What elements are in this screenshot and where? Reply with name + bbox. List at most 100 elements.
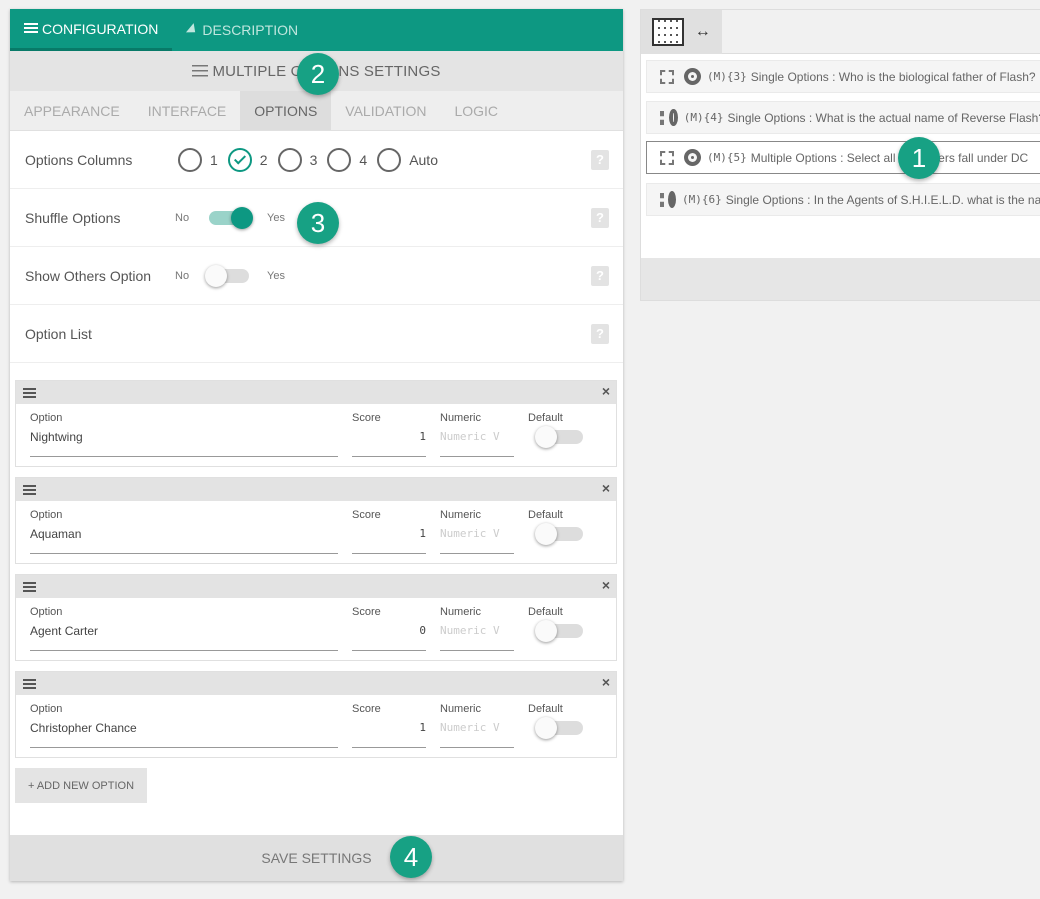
option-card-bar: ×	[16, 381, 616, 404]
tab-options[interactable]: OPTIONS	[240, 91, 332, 130]
remove-option-icon[interactable]: ×	[602, 674, 610, 690]
option-score-input[interactable]: 1	[352, 718, 426, 748]
show-others-label: Show Others Option	[25, 267, 152, 284]
question-list-footer	[641, 258, 1040, 300]
others-toggle[interactable]	[205, 264, 249, 287]
layout-toggle-button[interactable]: ↔	[641, 10, 722, 54]
help-icon[interactable]: ?	[591, 150, 609, 170]
shuffle-no-label: No	[175, 211, 190, 224]
shuffle-toggle[interactable]	[209, 206, 253, 229]
option-default-toggle[interactable]	[535, 717, 583, 739]
options-columns-label: Options Columns	[25, 151, 133, 168]
expand-icon[interactable]	[659, 110, 665, 126]
option-card-bar: ×	[16, 575, 616, 598]
question-text: Single Options : In the Agents of S.H.I.…	[725, 192, 1040, 207]
tab-configuration[interactable]: CONFIGURATION	[10, 9, 173, 51]
tab-description-label: DESCRIPTION	[202, 22, 299, 38]
drag-handle-icon[interactable]	[23, 485, 36, 495]
option-name-input[interactable]: Christopher Chance	[30, 718, 338, 748]
question-list-panel: ↔ (M){3} Single Options : Who is the bio…	[640, 9, 1040, 301]
option-score-input[interactable]: 1	[352, 524, 426, 554]
expand-icon[interactable]	[659, 69, 675, 85]
settings-panel: CONFIGURATION DESCRIPTION MULTIPLE OPTIO…	[10, 9, 623, 881]
radio-columns-3[interactable]	[277, 147, 302, 172]
toggle-knob	[535, 717, 557, 739]
callout-badge-3: 3	[297, 202, 339, 244]
option-numeric-input[interactable]: Numeric V	[440, 621, 514, 651]
question-item[interactable]: (M){4} Single Options : What is the actu…	[646, 101, 1040, 134]
radio-columns-4[interactable]	[327, 147, 352, 172]
remove-option-icon[interactable]: ×	[602, 577, 610, 593]
callout-badge-1: 1	[898, 137, 940, 179]
numeric-column-label: Numeric	[440, 606, 481, 618]
gear-icon[interactable]	[684, 68, 701, 85]
default-column-label: Default	[528, 606, 563, 618]
radio-columns-2[interactable]	[227, 147, 252, 172]
option-list-row: Option List ?	[10, 305, 623, 363]
tab-appearance[interactable]: APPEARANCE	[10, 91, 134, 130]
shuffle-options-label: Shuffle Options	[25, 209, 121, 226]
gear-icon[interactable]	[668, 191, 676, 208]
question-item[interactable]: (M){3} Single Options : Who is the biolo…	[646, 60, 1040, 93]
score-column-label: Score	[352, 412, 381, 424]
tab-logic[interactable]: LOGIC	[440, 91, 512, 130]
option-card: × Option Score Numeric Default Agent Car…	[15, 574, 617, 661]
radio-columns-1[interactable]	[178, 147, 202, 172]
option-numeric-input[interactable]: Numeric V	[440, 718, 514, 748]
tab-description[interactable]: DESCRIPTION	[172, 9, 312, 51]
option-numeric-input[interactable]: Numeric V	[440, 427, 514, 457]
add-new-option-button[interactable]: + ADD NEW OPTION	[15, 768, 147, 803]
question-code: (M){3}	[707, 70, 747, 83]
option-default-toggle[interactable]	[535, 620, 583, 642]
question-text: Single Options : Who is the biological f…	[750, 69, 1036, 84]
radio-columns-1-label: 1	[210, 151, 218, 168]
tab-validation[interactable]: VALIDATION	[331, 91, 440, 130]
drag-handle-icon[interactable]	[23, 582, 36, 592]
score-column-label: Score	[352, 703, 381, 715]
option-default-toggle[interactable]	[535, 523, 583, 545]
others-yes-label: Yes	[267, 269, 285, 282]
drag-handle-icon[interactable]	[23, 679, 36, 689]
option-score-input[interactable]: 1	[352, 427, 426, 457]
help-icon[interactable]: ?	[591, 266, 609, 286]
option-card-bar: ×	[16, 672, 616, 695]
option-column-label: Option	[30, 606, 63, 618]
drag-handle-icon[interactable]	[23, 388, 36, 398]
option-name-input[interactable]: Aquaman	[30, 524, 338, 554]
question-item[interactable]: (M){6} Single Options : In the Agents of…	[646, 183, 1040, 216]
option-numeric-input[interactable]: Numeric V	[440, 524, 514, 554]
options-columns-row: Options Columns 1 2 3 4 Auto ?	[10, 131, 623, 189]
remove-option-icon[interactable]: ×	[602, 480, 610, 496]
options-columns-radio-group: 1 2 3 4 Auto	[178, 147, 448, 172]
gear-icon[interactable]	[669, 109, 678, 126]
gear-icon[interactable]	[684, 149, 701, 166]
list-icon	[24, 22, 38, 35]
radio-columns-auto[interactable]	[377, 147, 402, 172]
expand-icon[interactable]	[659, 150, 675, 166]
save-settings-button[interactable]: SAVE SETTINGS	[10, 835, 623, 881]
option-score-input[interactable]: 0	[352, 621, 426, 651]
feather-icon	[186, 23, 200, 37]
shuffle-toggle-group: No Yes	[175, 206, 301, 229]
toggle-knob	[535, 620, 557, 642]
option-name-input[interactable]: Nightwing	[30, 427, 338, 457]
help-icon[interactable]: ?	[591, 208, 609, 228]
tab-interface[interactable]: INTERFACE	[134, 91, 241, 130]
sliders-icon	[192, 65, 209, 77]
remove-option-icon[interactable]: ×	[602, 383, 610, 399]
option-card: × Option Score Numeric Default Christoph…	[15, 671, 617, 758]
top-tab-bar: CONFIGURATION DESCRIPTION	[10, 9, 623, 51]
question-item-selected[interactable]: (M){5} Multiple Options : Select all cha…	[646, 141, 1040, 174]
others-toggle-group: No Yes	[175, 264, 301, 287]
toggle-knob	[535, 426, 557, 448]
question-toolbar: ↔	[641, 10, 1040, 54]
help-icon[interactable]: ?	[591, 324, 609, 344]
option-name-input[interactable]: Agent Carter	[30, 621, 338, 651]
default-column-label: Default	[528, 412, 563, 424]
callout-badge-4: 4	[390, 836, 432, 878]
option-default-toggle[interactable]	[535, 426, 583, 448]
option-card: × Option Score Numeric Default Aquaman 1…	[15, 477, 617, 564]
radio-columns-2-label: 2	[259, 151, 268, 168]
question-text: Multiple Options : Select all characters…	[750, 150, 1029, 165]
option-card: × Option Score Numeric Default Nightwing…	[15, 380, 617, 467]
